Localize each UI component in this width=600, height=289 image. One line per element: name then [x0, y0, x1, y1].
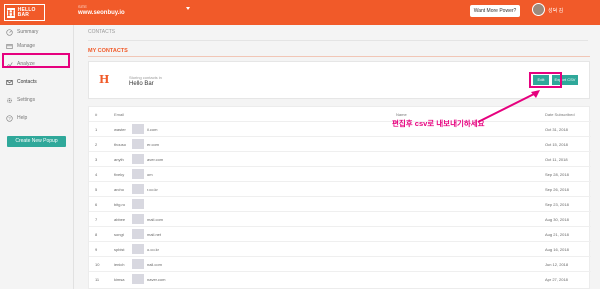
annotation-note: 편집후 csv로 내보내기하세요	[392, 119, 485, 128]
annotation-arrow	[477, 90, 540, 123]
app-window: H HELLO BAR SITE www.seonbuy.io Want Mor…	[0, 0, 600, 289]
